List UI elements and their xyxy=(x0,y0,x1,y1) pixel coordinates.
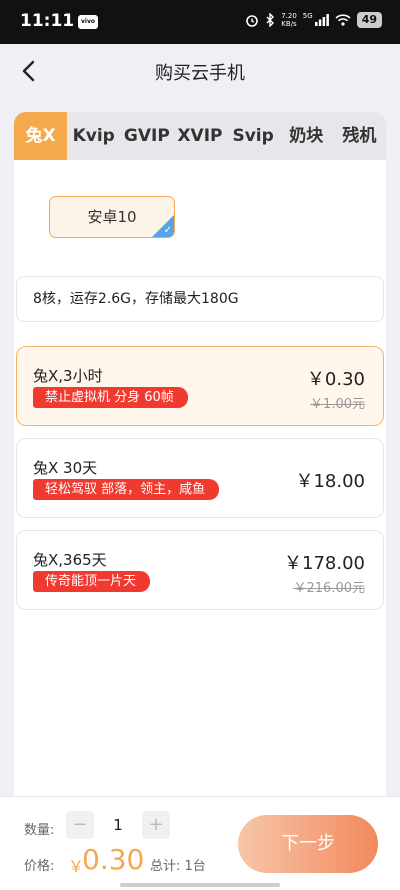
status-bar: 11:11 vivo 7.20 KB/s 5G 49 xyxy=(0,0,400,44)
network-speed: 7.20 KB/s xyxy=(281,12,297,28)
tab-canji[interactable]: 残机 xyxy=(333,112,386,160)
plan-tag: 禁止虚拟机 分身 60帧 xyxy=(33,387,188,408)
plan-original-price: ￥216.00元 xyxy=(293,581,366,596)
purchase-card: 兔X Kvip GVIP XVIP Svip 奶块 残机 安卓10 ✓ 8核，运… xyxy=(14,112,386,802)
plan-name: 兔X,3小时 xyxy=(33,367,103,385)
total-price: 0.30 xyxy=(82,843,145,876)
plan-tag: 传奇能顶一片天 xyxy=(33,571,151,592)
signal-icon xyxy=(314,14,329,26)
next-step-button[interactable]: 下一步 xyxy=(238,815,378,873)
battery-icon: 49 xyxy=(356,12,382,28)
quantity-increase-button[interactable]: + xyxy=(142,811,170,839)
tab-tux[interactable]: 兔X xyxy=(14,112,68,160)
quantity-value[interactable]: 1 xyxy=(100,811,136,839)
plan-name: 兔X,365天 xyxy=(33,551,107,569)
quantity-decrease-button[interactable]: − xyxy=(66,811,94,839)
app-notification-icon: vivo xyxy=(78,15,98,29)
tab-svip[interactable]: Svip xyxy=(227,112,280,160)
quantity-label: 数量: xyxy=(24,823,55,838)
status-right: 7.20 KB/s 5G 49 xyxy=(245,12,382,28)
tab-kvip[interactable]: Kvip xyxy=(67,112,120,160)
tab-xvip[interactable]: XVIP xyxy=(173,112,226,160)
nav-header: 购买云手机 xyxy=(0,44,400,100)
plan-price: ￥18.00 xyxy=(295,471,365,492)
total-count: 总计: 1台 xyxy=(150,859,206,874)
plan-price: ￥178.00 xyxy=(284,553,365,574)
home-indicator[interactable] xyxy=(120,883,280,887)
plan-name: 兔X 30天 xyxy=(33,459,98,477)
price-label: 价格: xyxy=(24,859,55,874)
plan-price: ￥0.30 xyxy=(306,369,365,390)
plan-card-3hours[interactable]: 兔X,3小时 禁止虚拟机 分身 60帧 ￥0.30 ￥1.00元 xyxy=(16,346,384,426)
category-tabs: 兔X Kvip GVIP XVIP Svip 奶块 残机 xyxy=(14,112,386,160)
plan-card-30days[interactable]: 兔X 30天 轻松驾驭 部落，领主，咸鱼 ￥18.00 xyxy=(16,438,384,518)
tab-naikuai[interactable]: 奶块 xyxy=(280,112,333,160)
os-option-label: 安卓10 xyxy=(87,208,137,226)
bluetooth-icon xyxy=(266,13,275,27)
spec-description: 8核，运存2.6G，存储最大180G xyxy=(16,276,384,322)
signal-label: 5G xyxy=(302,12,313,20)
alarm-icon xyxy=(246,15,259,27)
plan-tag: 轻松驾驭 部落，领主，咸鱼 xyxy=(33,479,220,500)
plan-card-365days[interactable]: 兔X,365天 传奇能顶一片天 ￥178.00 ￥216.00元 xyxy=(16,530,384,610)
tab-gvip[interactable]: GVIP xyxy=(120,112,173,160)
checkout-bar: 数量: − 1 + 价格: ￥ 0.30 总计: 1台 下一步 xyxy=(0,796,400,890)
check-icon: ✓ xyxy=(163,225,172,236)
status-time: 11:11 xyxy=(20,11,75,31)
os-option-android10[interactable]: 安卓10 ✓ xyxy=(49,196,175,238)
wifi-icon xyxy=(335,14,351,26)
plan-original-price: ￥1.00元 xyxy=(310,397,365,412)
page-title: 购买云手机 xyxy=(155,63,245,84)
